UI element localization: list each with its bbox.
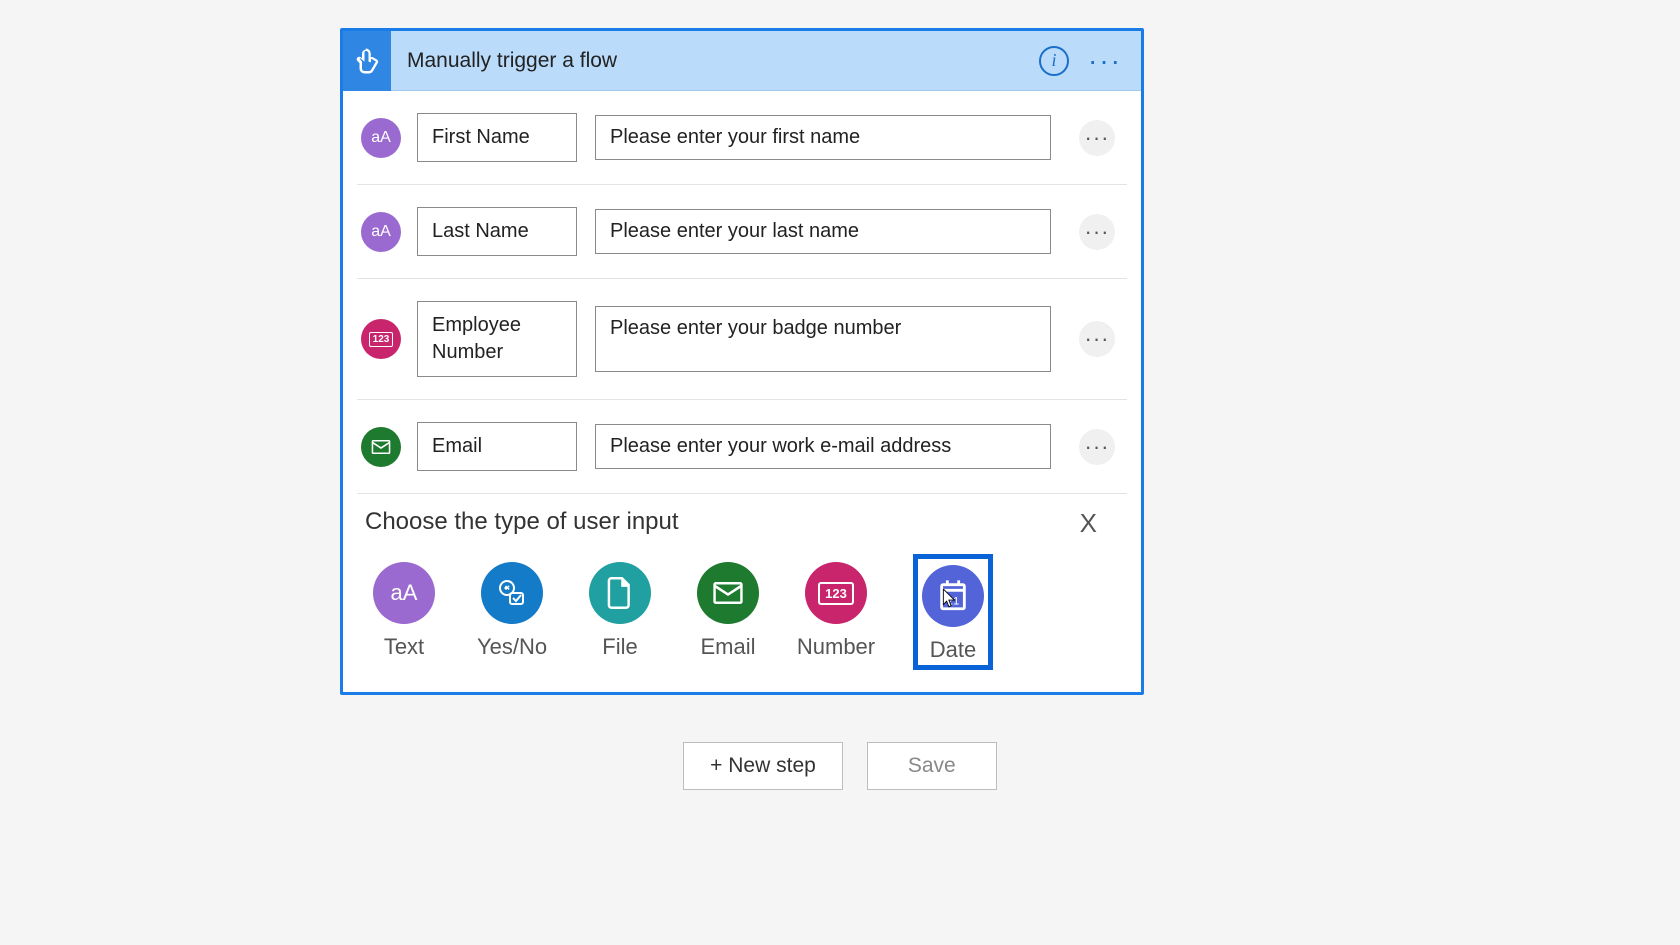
save-button[interactable]: Save: [867, 742, 997, 790]
input-row: 123 Employee Number Please enter your ba…: [357, 279, 1127, 400]
picker-close-button[interactable]: X: [1080, 508, 1097, 539]
file-icon: [589, 562, 651, 624]
footer-buttons: + New step Save: [0, 742, 1680, 790]
picker-options: aA Text Yes/No File Email: [365, 548, 1119, 670]
input-more-menu[interactable]: ···: [1079, 429, 1115, 465]
picker-option-label: File: [602, 634, 637, 660]
picker-option-label: Text: [384, 634, 424, 660]
input-name-field[interactable]: First Name: [417, 113, 577, 162]
picker-option-yesno[interactable]: Yes/No: [481, 554, 543, 670]
input-description-field[interactable]: Please enter your last name: [595, 209, 1051, 254]
date-icon: 21: [922, 565, 984, 627]
input-name-field[interactable]: Employee Number: [417, 301, 577, 377]
input-name-field[interactable]: Email: [417, 422, 577, 471]
picker-option-email[interactable]: Email: [697, 554, 759, 670]
picker-option-label: Date: [930, 637, 976, 663]
input-more-menu[interactable]: ···: [1079, 321, 1115, 357]
text-type-icon: aA: [361, 118, 401, 158]
picker-option-number[interactable]: 123 Number: [805, 554, 867, 670]
new-step-button[interactable]: + New step: [683, 742, 843, 790]
picker-option-date[interactable]: 21 Date: [913, 554, 993, 670]
picker-option-text[interactable]: aA Text: [373, 554, 435, 670]
picker-option-file[interactable]: File: [589, 554, 651, 670]
svg-text:21: 21: [947, 596, 960, 608]
picker-option-label: Yes/No: [477, 634, 547, 660]
number-type-icon: 123: [361, 319, 401, 359]
picker-title: Choose the type of user input: [365, 508, 1119, 536]
input-name-field[interactable]: Last Name: [417, 207, 577, 256]
trigger-card: Manually trigger a flow i ··· aA First N…: [340, 28, 1144, 695]
email-type-icon: [361, 427, 401, 467]
trigger-icon: [343, 31, 391, 91]
inputs-area: aA First Name Please enter your first na…: [343, 91, 1141, 494]
card-header[interactable]: Manually trigger a flow i ···: [343, 31, 1141, 91]
card-title: Manually trigger a flow: [391, 49, 1039, 73]
yesno-icon: [481, 562, 543, 624]
card-more-menu[interactable]: ···: [1087, 45, 1123, 77]
input-description-field[interactable]: Please enter your badge number: [595, 306, 1051, 372]
input-row: aA Last Name Please enter your last name…: [357, 185, 1127, 279]
input-row: aA First Name Please enter your first na…: [357, 91, 1127, 185]
number-icon: 123: [805, 562, 867, 624]
input-description-field[interactable]: Please enter your first name: [595, 115, 1051, 160]
email-icon: [697, 562, 759, 624]
input-more-menu[interactable]: ···: [1079, 120, 1115, 156]
info-icon[interactable]: i: [1039, 46, 1069, 76]
input-description-field[interactable]: Please enter your work e-mail address: [595, 424, 1051, 469]
input-row: Email Please enter your work e-mail addr…: [357, 400, 1127, 494]
text-icon: aA: [373, 562, 435, 624]
picker-option-label: Email: [701, 634, 756, 660]
input-more-menu[interactable]: ···: [1079, 214, 1115, 250]
input-type-picker: Choose the type of user input X aA Text …: [343, 494, 1141, 692]
picker-option-label: Number: [797, 634, 875, 660]
text-type-icon: aA: [361, 212, 401, 252]
